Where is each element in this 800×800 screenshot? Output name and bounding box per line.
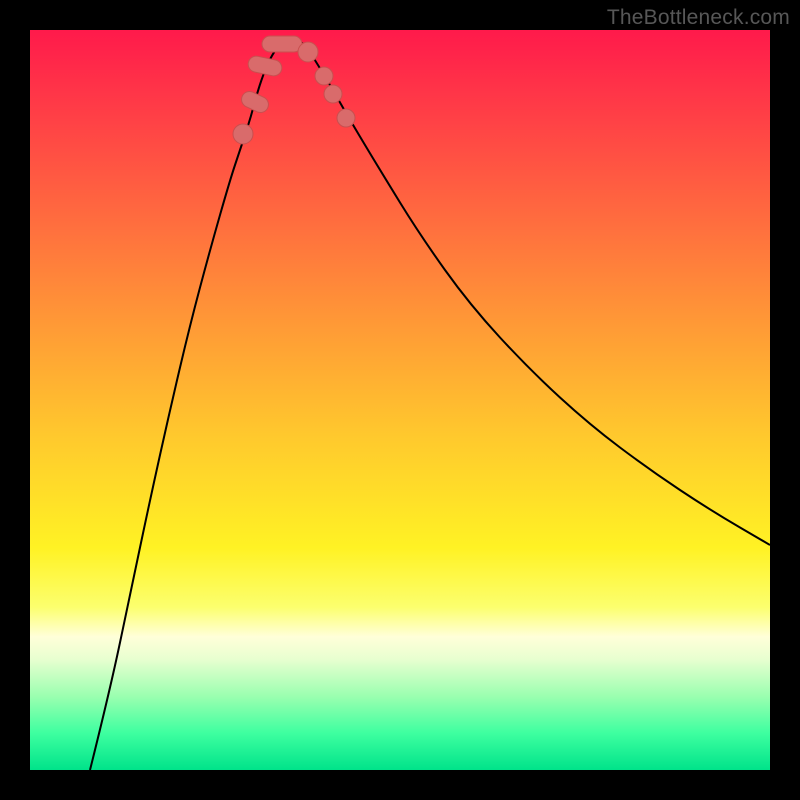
curve-marker bbox=[233, 124, 253, 144]
watermark-text: TheBottleneck.com bbox=[607, 6, 790, 30]
chart-frame: TheBottleneck.com bbox=[0, 0, 800, 800]
curve-marker bbox=[298, 42, 318, 62]
curve-marker bbox=[337, 109, 355, 127]
curve-marker bbox=[262, 36, 302, 52]
bottleneck-curve bbox=[90, 39, 770, 770]
curve-marker bbox=[247, 55, 284, 78]
curve-svg bbox=[30, 30, 770, 770]
curve-marker bbox=[324, 85, 342, 103]
curve-marker bbox=[315, 67, 333, 85]
plot-area bbox=[30, 30, 770, 770]
curve-marker bbox=[239, 89, 271, 115]
curve-path bbox=[90, 39, 770, 770]
marker-group bbox=[233, 36, 355, 144]
